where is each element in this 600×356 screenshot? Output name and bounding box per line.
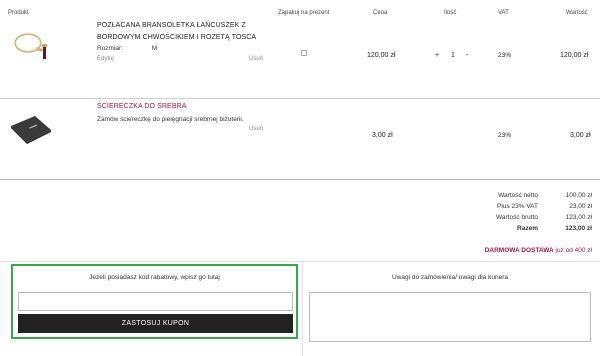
remove-link-bracelet[interactable]: Usuń: [249, 56, 263, 62]
product-image-cloth[interactable]: [8, 110, 54, 150]
qty-plus-button[interactable]: +: [435, 52, 439, 59]
vat-cloth: 23%: [498, 132, 512, 139]
size-value: M: [151, 45, 158, 52]
free-delivery-banner: DARMOWA DOSTAWA już od 400 zł: [485, 247, 592, 254]
size-label: Rozmiar:: [97, 45, 124, 52]
header-gift-wrap: Zapakuj na prezent: [278, 10, 330, 16]
header-product: Produkt: [8, 10, 29, 16]
summary-total-label: Razem: [517, 225, 538, 232]
product-name-cloth[interactable]: ŚCIERECZKA DO SREBRA: [97, 101, 187, 113]
summary-gross-label: Wartość brutto: [495, 214, 538, 221]
product-name-line1[interactable]: POZŁACANA BRANSOLETKA ŁAŃCUSZEK Z: [97, 20, 246, 32]
header-vat: VAT: [498, 10, 509, 16]
coupon-code-input[interactable]: [18, 292, 293, 311]
row-divider: [0, 98, 600, 99]
header-value: Wartość: [566, 10, 588, 16]
qty-minus-button[interactable]: -: [466, 52, 468, 59]
coupon-label: Jeżeli posiadasz kod rabatowy, wpisz go …: [89, 274, 220, 281]
order-notes-label: Uwagi do zamówienia/ uwagi dla kuriera: [392, 274, 508, 281]
table-bottom-divider: [0, 179, 600, 180]
price-cloth: 3,00 zł: [372, 132, 393, 139]
vat-bracelet: 23%: [498, 52, 512, 59]
free-delivery-strong: DARMOWA DOSTAWA: [484, 247, 554, 254]
column-divider: [302, 262, 303, 356]
price-bracelet: 120,00 zł: [367, 52, 396, 59]
header-price: Cena: [373, 10, 388, 16]
gift-wrap-checkbox[interactable]: [301, 50, 307, 56]
value-bracelet: 120,00 zł: [560, 52, 589, 59]
summary-vat-value: 23,00 zł: [569, 203, 592, 210]
summary-total-value: 123,00 zł: [565, 225, 592, 232]
summary-vat-label: Plus 23% VAT: [497, 203, 538, 210]
summary-gross-value: 123,00 zł: [565, 214, 592, 221]
apply-coupon-button[interactable]: ZASTOSUJ KUPON: [18, 314, 293, 333]
value-cloth: 3,00 zł: [570, 132, 591, 139]
remove-link-cloth[interactable]: Usuń: [249, 126, 263, 132]
edit-link[interactable]: Edytuj: [97, 56, 114, 62]
product-image-bracelet[interactable]: [8, 26, 54, 66]
free-delivery-rest: już od 400 zł: [553, 247, 592, 254]
header-quantity: Ilość: [444, 10, 457, 16]
product-name-line2[interactable]: BORDOWYM CHWOŚCIKIEM I ROZETĄ TOSCA: [97, 32, 256, 44]
section-divider: [0, 261, 600, 262]
summary-net-value: 100,00 zł: [565, 192, 592, 199]
product-description-cloth: Zamów ściereczkę do pielęgnacji srebrnej…: [97, 116, 244, 123]
order-notes-textarea[interactable]: [309, 292, 591, 342]
summary-net-label: Wartość netto: [498, 192, 538, 199]
qty-value[interactable]: 1: [451, 52, 455, 59]
